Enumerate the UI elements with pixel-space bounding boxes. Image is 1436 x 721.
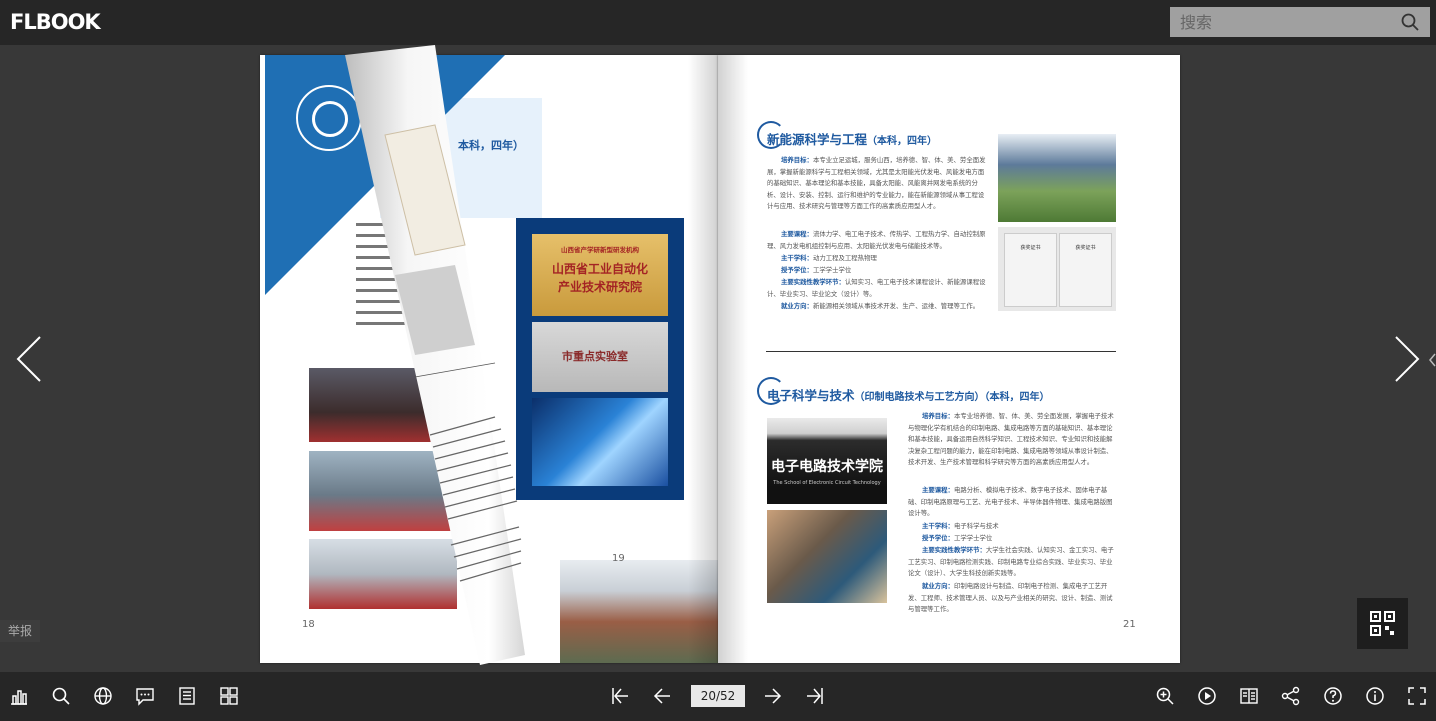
section1-degree-text: 工学学士学位	[812, 266, 852, 274]
section1-discipline: 主干学科：动力工程及工程热物理	[781, 253, 989, 265]
left-page[interactable]: 本科，四年） 山西省产学研新型研发机构 山西省工业自动化 产业技术研究院 市重点…	[260, 45, 718, 665]
table-of-contents-icon[interactable]	[1238, 685, 1260, 707]
autoplay-icon[interactable]	[1196, 685, 1218, 707]
section2-goal-label: 培养目标：	[922, 412, 954, 420]
flbook-logo[interactable]: FLBOOK	[10, 10, 101, 34]
curl-page-number: 19	[612, 553, 625, 564]
globe-icon[interactable]	[92, 685, 114, 707]
statistics-icon[interactable]	[8, 685, 30, 707]
section1-practice: 主要实践性教学环节：认知实习、电工电子技术课程设计、新能源课程设计、毕业实习、毕…	[767, 277, 989, 300]
school-sign-photo: 电子电路技术学院 The School of Electronic Circui…	[767, 418, 887, 504]
page-curl[interactable]	[345, 45, 525, 685]
previous-page-icon[interactable]	[651, 685, 673, 707]
section2-discipline-label: 主干学科：	[922, 522, 954, 530]
top-bar: FLBOOK	[0, 0, 1436, 45]
section1-title-suffix: （本科，四年）	[867, 136, 938, 147]
search-icon[interactable]	[50, 685, 72, 707]
section2-degree-text: 工学学士学位	[953, 534, 993, 542]
text-document-icon[interactable]	[176, 685, 198, 707]
info-icon[interactable]	[1364, 685, 1386, 707]
section1-degree: 授予学位：工学学士学位	[781, 265, 989, 277]
section1-title: 新能源科学与工程（本科，四年）	[767, 129, 937, 148]
section2-career: 就业方向：印制电路设计与制造、印制电子检测、集成电子工艺开发、工程师、技术管理人…	[908, 581, 1116, 616]
fiber-optic-image	[532, 398, 668, 486]
bottom-toolbar: 20/52	[0, 672, 1436, 721]
flipbook: 本科，四年） 山西省产学研新型研发机构 山西省工业自动化 产业技术研究院 市重点…	[260, 45, 1180, 665]
section1-career: 就业方向：新能源相关领域从事技术开发、生产、运维、管理等工作。	[781, 301, 1003, 313]
plaque-silver: 市重点实验室	[532, 322, 668, 392]
right-page[interactable]: 新能源科学与工程（本科，四年） 培养目标：本专业立足运城，服务山西，培养德、智、…	[718, 55, 1180, 663]
fullscreen-icon[interactable]	[1406, 685, 1428, 707]
section1-degree-label: 授予学位：	[781, 266, 813, 274]
section2-degree-label: 授予学位：	[922, 534, 954, 542]
certificate-1: 获奖证书	[1004, 233, 1057, 307]
plaque-panel: 山西省产学研新型研发机构 山西省工业自动化 产业技术研究院 市重点实验室	[516, 218, 684, 500]
plaque-gold: 山西省产学研新型研发机构 山西省工业自动化 产业技术研究院	[532, 234, 668, 316]
previous-page-arrow-icon[interactable]	[14, 335, 44, 383]
right-page-number: 21	[1123, 619, 1136, 630]
section1-practice-label: 主要实践性教学环节：	[781, 278, 845, 286]
section2-courses-label: 主要课程：	[922, 486, 954, 494]
next-page-arrow-icon[interactable]	[1392, 335, 1422, 383]
section1-goal-text: 本专业立足运城，服务山西，培养德、智、体、美、劳全面发展，掌握新能源科学与工程相…	[767, 156, 986, 211]
section1-career-label: 就业方向：	[781, 302, 813, 310]
section2-courses: 主要课程：电路分析、模拟电子技术、数字电子技术、固体电子基础、印制电路原理与工艺…	[908, 485, 1116, 520]
next-page-icon[interactable]	[762, 685, 784, 707]
comment-icon[interactable]	[134, 685, 156, 707]
section1-courses-label: 主要课程：	[781, 230, 813, 238]
section1-goal: 培养目标：本专业立足运城，服务山西，培养德、智、体、美、劳全面发展，掌握新能源科…	[767, 155, 989, 213]
section2-goal-text: 本专业培养德、智、体、美、劳全面发展，掌握电子技术与物理化学有机结合的印制电路、…	[908, 412, 1114, 467]
qr-code-button[interactable]	[1357, 598, 1408, 649]
share-icon[interactable]	[1280, 685, 1302, 707]
school-sign-text: 电子电路技术学院	[771, 459, 883, 475]
lab-photo	[767, 510, 887, 603]
report-button[interactable]: 举报	[0, 620, 40, 642]
certificate-2-title: 获奖证书	[1075, 245, 1096, 251]
plaque-gold-line1: 山西省产学研新型研发机构	[561, 246, 639, 254]
plaque-gold-line2: 山西省工业自动化	[551, 262, 648, 276]
thumbnails-grid-icon[interactable]	[218, 685, 240, 707]
search-input[interactable]	[1170, 7, 1410, 37]
section2-practice-label: 主要实践性教学环节：	[922, 546, 986, 554]
section2-title: 电子科学与技术（印制电路技术与工艺方向）（本科，四年）	[767, 385, 1050, 404]
zoom-in-icon[interactable]	[1154, 685, 1176, 707]
left-page-number: 18	[302, 619, 315, 630]
school-sign-subtitle: The School of Electronic Circuit Technol…	[773, 480, 881, 486]
section1-title-text: 新能源科学与工程	[767, 132, 868, 147]
left-gutter-shadow	[688, 55, 718, 663]
section1-discipline-text: 动力工程及工程热物理	[812, 254, 877, 262]
section2-discipline: 主干学科：电子科学与技术	[922, 521, 1116, 533]
section1-goal-label: 培养目标：	[781, 156, 813, 164]
first-page-icon[interactable]	[609, 685, 631, 707]
section1-discipline-label: 主干学科：	[781, 254, 813, 262]
section2-practice: 主要实践性教学环节：大学生社会实践、认知实习、金工实习、电子工艺实习、印制电路检…	[908, 545, 1116, 580]
section2-goal: 培养目标：本专业培养德、智、体、美、劳全面发展，掌握电子技术与物理化学有机结合的…	[908, 411, 1116, 469]
search-box	[1170, 7, 1430, 37]
certificates-photo: 获奖证书 获奖证书	[998, 227, 1116, 311]
section1-career-text: 新能源相关领域从事技术开发、生产、运维、管理等工作。	[812, 302, 980, 310]
section2-title-text: 电子科学与技术	[767, 388, 855, 403]
page-indicator[interactable]: 20/52	[691, 685, 745, 707]
section2-career-label: 就业方向：	[922, 582, 954, 590]
search-icon[interactable]	[1400, 12, 1420, 32]
plaque-silver-text: 市重点实验室	[562, 350, 628, 363]
certificate-1-title: 获奖证书	[1020, 245, 1041, 251]
plaque-gold-line3: 产业技术研究院	[557, 280, 642, 294]
side-panel-toggle-icon[interactable]	[1428, 352, 1436, 368]
help-icon[interactable]	[1322, 685, 1344, 707]
section1-courses: 主要课程：流体力学、电工电子技术、传热学、工程热力学、自动控制原理、风力发电机组…	[767, 229, 989, 252]
section2-discipline-text: 电子科学与技术	[953, 522, 999, 530]
reader-stage: 举报 本科，四年） 山西省产学研新型研发机构 山西省工业自动化 产业技术研究院 …	[0, 45, 1436, 672]
qr-code-icon	[1370, 611, 1395, 636]
section-divider	[766, 351, 1116, 352]
section2-title-suffix: （印制电路技术与工艺方向）（本科，四年）	[854, 392, 1050, 403]
section2-degree: 授予学位：工学学士学位	[922, 533, 1116, 545]
certificate-2: 获奖证书	[1059, 233, 1112, 307]
right-gutter-shadow	[718, 55, 748, 663]
solar-panel-photo	[998, 134, 1116, 222]
last-page-icon[interactable]	[804, 685, 826, 707]
